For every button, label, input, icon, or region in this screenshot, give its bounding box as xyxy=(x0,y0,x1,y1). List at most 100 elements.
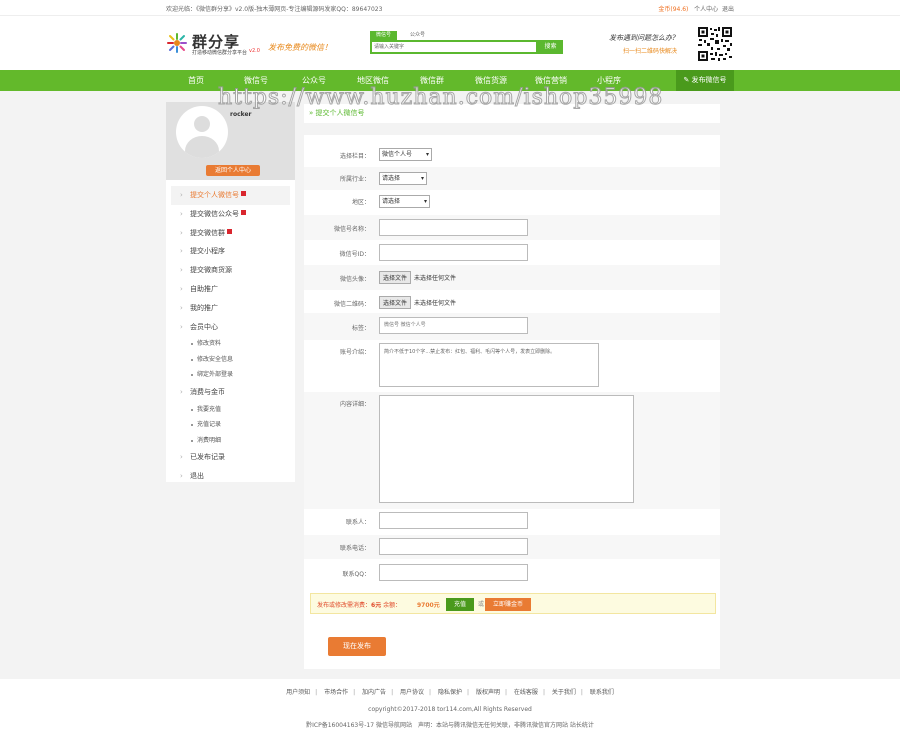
fee-balance: 9700元 xyxy=(417,602,440,609)
fee-price: 6元 xyxy=(371,602,382,609)
industry-label: 所属行业： xyxy=(339,176,370,183)
publish-label: 发布微信号 xyxy=(691,76,727,84)
form-row-intro: 账号介绍： 简介不低于10个字...禁止发布：红包、福利、毛闪等个人号，发表立即… xyxy=(304,340,720,392)
search-button[interactable]: 搜索 xyxy=(538,40,563,54)
search-tab-wechat[interactable]: 微信号 xyxy=(370,31,398,40)
publish-wechat-button[interactable]: ✎ 发布微信号 xyxy=(676,70,734,91)
nav-item-home[interactable]: 首页 xyxy=(166,70,226,91)
earn-gold-button[interactable]: 立即赚金币 xyxy=(485,598,531,611)
file-status: 未选择任何文件 xyxy=(414,300,457,307)
qr-help-title: 发布遇到问题怎么办? xyxy=(609,34,676,42)
sidebar-sub-recharge[interactable]: 我要充值 xyxy=(166,402,295,418)
hot-flag-icon xyxy=(227,228,232,234)
qq-input[interactable] xyxy=(379,564,528,581)
sidebar-item-published[interactable]: 已发布记录 xyxy=(166,448,295,467)
avatar-label: 微信头像： xyxy=(339,276,370,283)
sidebar-item-finance[interactable]: 消费与金币 xyxy=(166,383,295,402)
sidebar-item-my-promo[interactable]: 我的推广 xyxy=(166,299,295,318)
footer-icp: 黔ICP备16004163号-17 微信导航网站 声明：本站与腾讯微信无任何关联… xyxy=(306,722,594,729)
sidebar-item-exit[interactable]: 退出 xyxy=(166,467,295,486)
sidebar-sub-edit-profile[interactable]: 修改资料 xyxy=(166,336,295,352)
tag-input[interactable]: 微信号 微信个人号 xyxy=(379,317,528,334)
welcome-text: 欢迎光临：《微信群分享》v2.0版-独木薄网页-专注编辑源码发家QQ：89647… xyxy=(166,6,383,13)
form-row-phone: 联系电话： xyxy=(304,535,720,559)
sidebar-item-submit-miniprogram[interactable]: 提交小程序 xyxy=(166,242,295,261)
sidebar-item-label: 提交个人微信号 xyxy=(190,191,239,199)
top-bar: 欢迎光临：《微信群分享》v2.0版-独木薄网页-专注编辑源码发家QQ：89647… xyxy=(0,0,900,16)
sidebar-item-submit-official[interactable]: 提交微信公众号 xyxy=(166,205,295,224)
sidebar-item-label: 提交微信公众号 xyxy=(190,209,239,218)
search-tab-official[interactable]: 公众号 xyxy=(404,31,431,40)
column-select[interactable]: 微信个人号 xyxy=(379,148,432,161)
search-input[interactable]: 请输入关键字 xyxy=(370,40,538,54)
industry-select[interactable]: 请选择 xyxy=(379,172,427,185)
back-to-center-button[interactable]: 返回个人中心 xyxy=(206,165,260,176)
qr-file-input[interactable]: 选择文件 未选择任何文件 xyxy=(379,296,456,309)
form-row-region: 地区： 请选择 xyxy=(304,190,720,213)
sidebar-sub-recharge-log[interactable]: 充值记录 xyxy=(166,417,295,433)
form-row-tag: 标签： 微信号 微信个人号 xyxy=(304,313,720,340)
intro-label: 账号介绍： xyxy=(339,349,370,356)
footer-link[interactable]: 版权声明 xyxy=(471,689,505,696)
logout-link[interactable]: 退出 xyxy=(722,6,734,13)
tag-label: 标签： xyxy=(351,325,370,332)
wx-id-input[interactable] xyxy=(379,244,528,261)
wx-id-label: 微信号ID： xyxy=(339,251,370,258)
choose-file-button[interactable]: 选择文件 xyxy=(379,271,412,284)
form-row-qq: 联系QQ： xyxy=(304,561,720,585)
sidebar-sub-external-login[interactable]: 绑定外部登录 xyxy=(166,367,295,383)
phone-input[interactable] xyxy=(379,538,528,555)
qr-code-icon xyxy=(697,26,733,62)
or-text: 或 xyxy=(478,601,485,608)
user-center-link[interactable]: 个人中心 xyxy=(694,6,718,13)
footer-link[interactable]: 隐私保护 xyxy=(433,689,467,696)
sidebar-item-submit-personal[interactable]: 提交个人微信号 xyxy=(171,186,290,205)
submit-button[interactable]: 现在发布 xyxy=(328,637,386,656)
phone-label: 联系电话： xyxy=(339,545,370,552)
contact-input[interactable] xyxy=(379,512,528,529)
footer-link[interactable]: 用户协议 xyxy=(395,689,429,696)
sidebar-item-submit-group[interactable]: 提交微信群 xyxy=(166,224,295,243)
footer-link[interactable]: 市场合作 xyxy=(319,689,353,696)
fee-balance-label: 余额： xyxy=(383,602,402,609)
fee-notice: 发布或修改需消费：6元 余额： 9700元 充值 或 立即赚金币 xyxy=(310,593,716,614)
footer-link[interactable]: 用户须知 xyxy=(281,689,315,696)
footer-copyright: copyright©2017-2018 tor114.com,All Right… xyxy=(368,706,532,713)
detail-label: 内容详细： xyxy=(339,401,370,408)
sidebar-sub-consumption[interactable]: 消费明细 xyxy=(166,433,295,449)
sidebar-item-self-promo[interactable]: 自助推广 xyxy=(166,280,295,299)
sidebar-item-label: 提交微信群 xyxy=(190,228,225,237)
form-row-qr: 微信二维码： 选择文件 未选择任何文件 xyxy=(304,290,720,315)
sidebar-item-member-center[interactable]: 会员中心 xyxy=(166,318,295,337)
footer-link[interactable]: 加内广告 xyxy=(357,689,391,696)
gold-balance[interactable]: 金币(94.6) xyxy=(658,6,688,13)
search-area: 微信号 公众号 请输入关键字 搜索 xyxy=(370,31,563,54)
username: rocker xyxy=(230,111,252,118)
watermark: https://www.huzhan.com/ishop35998 xyxy=(217,85,664,111)
intro-textarea[interactable]: 简介不低于10个字...禁止发布：红包、福利、毛闪等个人号，发表立即删除。 xyxy=(379,343,599,387)
form-row-contact: 联系人： xyxy=(304,509,720,532)
choose-file-button[interactable]: 选择文件 xyxy=(379,296,412,309)
detail-textarea[interactable] xyxy=(379,395,634,503)
recharge-button[interactable]: 充值 xyxy=(446,598,474,611)
footer-link[interactable]: 关于我们 xyxy=(547,689,581,696)
file-status: 未选择任何文件 xyxy=(414,275,457,282)
qq-label: 联系QQ： xyxy=(342,571,370,578)
column-label: 选择栏目： xyxy=(339,153,370,160)
wx-name-input[interactable] xyxy=(379,219,528,236)
region-select[interactable]: 请选择 xyxy=(379,195,430,208)
logo-icon[interactable] xyxy=(166,32,188,54)
sidebar-sub-security[interactable]: 修改安全信息 xyxy=(166,352,295,368)
contact-label: 联系人： xyxy=(345,519,370,526)
footer-link[interactable]: 联系我们 xyxy=(585,689,619,696)
qr-label: 微信二维码： xyxy=(333,301,370,308)
footer-link[interactable]: 在线客服 xyxy=(509,689,543,696)
avatar-file-input[interactable]: 选择文件 未选择任何文件 xyxy=(379,271,456,284)
logo-subtitle: 打造移动微信群分享平台 xyxy=(192,50,248,56)
sidebar-item-submit-supply[interactable]: 提交微商货源 xyxy=(166,261,295,280)
sidebar-menu: 提交个人微信号 提交微信公众号 提交微信群 提交小程序 提交微商货源 自助推广 … xyxy=(166,186,295,486)
fee-text: 发布或修改需消费：6元 余额： xyxy=(317,602,402,609)
qr-help-subtitle: 扫一扫二维码快解决 xyxy=(623,48,678,55)
submit-form: 选择栏目： 微信个人号 所属行业： 请选择 地区： 请选择 微信号名称： 微信号… xyxy=(304,135,720,669)
hot-flag-icon xyxy=(241,209,246,215)
